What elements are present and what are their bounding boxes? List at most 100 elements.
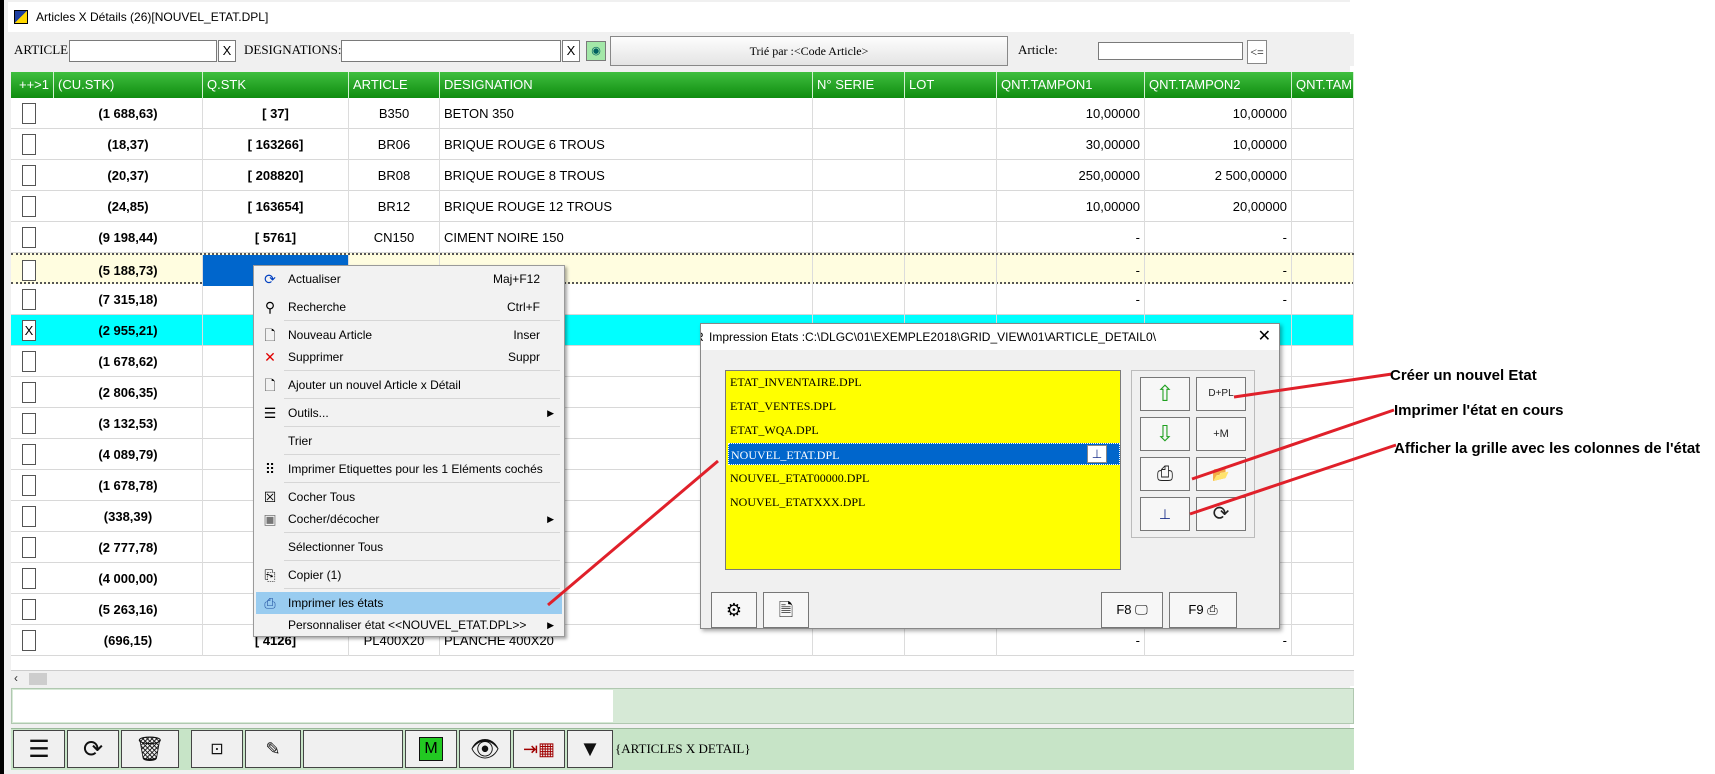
list-item[interactable]: NOUVEL_ETAT00000.DPL — [728, 467, 1120, 489]
list-item[interactable]: ETAT_INVENTAIRE.DPL — [728, 371, 1120, 393]
table-row[interactable]: (18,37)[ 163266] BR06 BRIQUE ROUGE 6 TROUS… — [11, 129, 1354, 160]
document-icon[interactable]: 🗎 — [763, 592, 809, 628]
scroll-thumb[interactable] — [29, 673, 47, 685]
table-row[interactable]: (7 315,18) - - — [11, 284, 1354, 315]
col-header-cu-stk[interactable]: (CU.STK) — [54, 72, 203, 98]
menu-item-ajouter-article-detail[interactable]: 🗋 Ajouter un nouvel Article x Détail — [256, 374, 562, 396]
row-checkbox[interactable] — [22, 289, 36, 310]
row-checkbox[interactable] — [22, 413, 36, 434]
move-down-icon[interactable]: ⇩ — [1140, 417, 1190, 451]
menu-item-cocher-decocher[interactable]: ▣ Cocher/décocher ▶ — [256, 508, 562, 530]
f8-preview-button[interactable]: F8 🖵 — [1101, 592, 1163, 628]
row-checkbox[interactable] — [22, 568, 36, 589]
refresh-icon[interactable]: ⟳ — [67, 730, 119, 768]
col-header-designation[interactable]: DESIGNATION — [440, 72, 813, 98]
menu-item-nouveau-article[interactable]: 🗋 Nouveau Article Inser — [256, 324, 562, 346]
row-checkbox[interactable] — [22, 165, 36, 186]
tools-icon: ☰ — [263, 405, 277, 421]
eye-icon[interactable]: ◉ — [586, 41, 606, 61]
print-xls-icon[interactable]: ⎙ — [1140, 457, 1190, 491]
labels-icon: ⠿ — [264, 461, 276, 477]
row-checkbox[interactable] — [22, 351, 36, 372]
back-button[interactable]: <= — [1247, 40, 1267, 64]
col-header-check[interactable]: ++>1 — [11, 72, 54, 98]
cell-t3 — [1292, 98, 1354, 129]
table-row[interactable]: (696,15)[ 4126] PL400X20 PLANCHE 400X20- - — [11, 625, 1354, 656]
article-goto-input[interactable] — [1098, 42, 1243, 60]
excel-m-button[interactable]: M — [405, 730, 457, 768]
move-up-icon[interactable]: ⇧ — [1140, 377, 1190, 411]
refresh-list-icon[interactable]: ⟳ — [1196, 497, 1246, 531]
designations-search-input[interactable] — [341, 40, 561, 62]
list-item[interactable]: ETAT_WQA.DPL — [728, 419, 1120, 441]
settings-tools-icon[interactable]: ⚙ — [711, 592, 757, 628]
show-grid-icon[interactable]: ⊥ — [1140, 497, 1190, 531]
edit-card-icon[interactable]: ✎ — [245, 730, 301, 768]
row-checkbox[interactable]: X — [22, 320, 36, 341]
f9-print-button[interactable]: F9 ⎙ — [1169, 592, 1237, 628]
table-row[interactable]: (20,37)[ 208820] BR08 BRIQUE ROUGE 8 TROUS… — [11, 160, 1354, 191]
col-header-tampon2[interactable]: QNT.TAMPON2 — [1145, 72, 1292, 98]
table-row[interactable]: (24,85)[ 163654] BR12 BRIQUE ROUGE 12 TROU… — [11, 191, 1354, 222]
list-item-selected[interactable]: NOUVEL_ETAT.DPL ⊥ — [728, 443, 1120, 465]
col-header-tampon3[interactable]: QNT.TAM — [1292, 72, 1354, 98]
blank-toolbar-button[interactable] — [303, 730, 403, 768]
col-header-tampon1[interactable]: QNT.TAMPON1 — [997, 72, 1145, 98]
menu-item-supprimer[interactable]: ✕ Supprimer Suppr — [256, 346, 562, 368]
open-folder-icon[interactable]: 📂 — [1196, 457, 1246, 491]
close-icon[interactable]: ✕ — [1258, 324, 1271, 350]
eye-view-icon[interactable]: 👁 — [459, 730, 511, 768]
new-state-button[interactable]: D+PL — [1196, 377, 1246, 411]
col-header-article[interactable]: ARTICLE — [349, 72, 440, 98]
table-row[interactable]: (5 188,73) - - — [11, 253, 1354, 286]
row-checkbox[interactable] — [22, 382, 36, 403]
row-checkbox[interactable] — [22, 444, 36, 465]
filter-icon[interactable]: ▼ — [567, 730, 613, 768]
col-header-q-stk[interactable]: Q.STK — [203, 72, 349, 98]
row-checkbox[interactable] — [22, 196, 36, 217]
table-row[interactable]: (1 688,63)[ 37] B350 BETON 350 10,00000 10,0… — [11, 98, 1354, 129]
cell-t1: 250,00000 — [997, 160, 1145, 191]
hamburger-menu-icon[interactable]: ☰ — [13, 730, 65, 768]
menu-item-imprimer-etats[interactable]: ⎙ Imprimer les états — [256, 592, 562, 614]
row-checkbox[interactable] — [22, 227, 36, 248]
row-checkbox[interactable] — [22, 537, 36, 558]
row-checkbox[interactable] — [22, 103, 36, 124]
menu-item-selectionner-tous[interactable]: Sélectionner Tous — [256, 536, 562, 558]
list-item[interactable]: NOUVEL_ETATXXX.DPL — [728, 491, 1120, 513]
column-grid-icon[interactable]: ⇥▦ — [513, 730, 565, 768]
label-print-icon[interactable]: ⊡ — [191, 730, 243, 768]
row-checkbox[interactable] — [22, 260, 36, 281]
menu-item-outils[interactable]: ☰ Outils... ▶ — [256, 402, 562, 424]
clear-designations-button[interactable]: X — [562, 40, 580, 62]
add-model-button[interactable]: +M — [1196, 417, 1246, 451]
row-checkbox[interactable] — [22, 599, 36, 620]
menu-item-personnaliser-etat[interactable]: Personnaliser état <<NOUVEL_ETAT.DPL>> ▶ — [256, 614, 562, 636]
menu-item-recherche[interactable]: ⚲ Recherche Ctrl+F — [256, 296, 562, 318]
cell-t2: - — [1145, 222, 1292, 253]
menu-item-cocher-tous[interactable]: ☒ Cocher Tous — [256, 486, 562, 508]
scroll-left-icon[interactable]: ‹ — [14, 671, 18, 685]
row-checkbox[interactable] — [22, 475, 36, 496]
col-header-lot[interactable]: LOT — [905, 72, 997, 98]
row-checkbox[interactable] — [22, 506, 36, 527]
article-search-input[interactable] — [69, 40, 217, 62]
row-checkbox[interactable] — [22, 630, 36, 651]
menu-item-imprimer-etiquettes[interactable]: ⠿ Imprimer Etiquettes pour les 1 Elément… — [256, 458, 562, 480]
col-header-serie[interactable]: N° SERIE — [813, 72, 905, 98]
sort-button[interactable]: Trié par :<Code Article> — [610, 36, 1008, 66]
state-files-list: ETAT_INVENTAIRE.DPL ETAT_VENTES.DPL ETAT… — [725, 370, 1121, 570]
table-row[interactable]: (9 198,44)[ 5761] CN150 CIMENT NOIRE 150 - - — [11, 222, 1354, 253]
designations-label: DESIGNATIONS: — [244, 42, 342, 57]
menu-separator — [284, 588, 560, 589]
menu-item-actualiser[interactable]: ⟳ Actualiser Maj+F12 — [256, 268, 562, 290]
menu-item-trier[interactable]: Trier — [256, 430, 562, 452]
menu-label: Actualiser — [288, 272, 341, 286]
horizontal-scrollbar[interactable]: ‹ — [11, 670, 1354, 686]
row-checkbox[interactable] — [22, 134, 36, 155]
grid-view-small-icon[interactable]: ⊥ — [1087, 445, 1107, 463]
list-item[interactable]: ETAT_VENTES.DPL — [728, 395, 1120, 417]
menu-item-copier[interactable]: ⎘ Copier (1) — [256, 564, 562, 586]
clear-article-button[interactable]: X — [218, 40, 236, 62]
trash-icon[interactable]: 🗑 — [121, 730, 179, 768]
